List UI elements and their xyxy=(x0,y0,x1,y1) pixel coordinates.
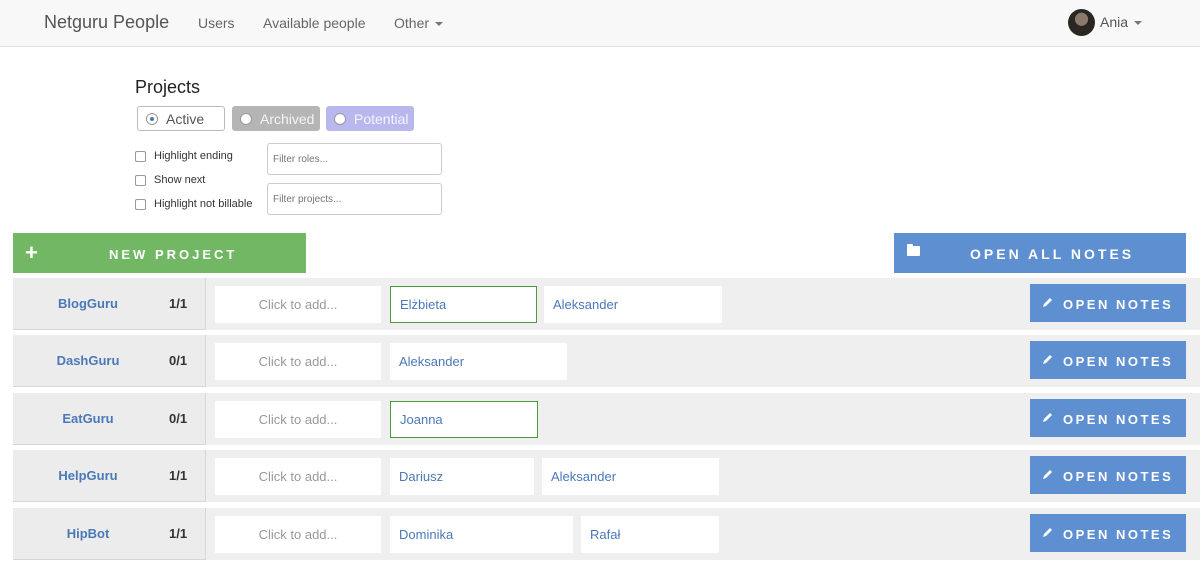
folder-icon xyxy=(907,244,920,256)
project-cell: HelpGuru 1/1 xyxy=(13,450,206,502)
open-notes-button[interactable]: OPEN NOTES xyxy=(1030,284,1186,322)
brand-link[interactable]: Netguru People xyxy=(44,12,169,33)
person-chip[interactable]: Aleksander xyxy=(390,343,567,380)
highlight-not-billable-label: Highlight not billable xyxy=(154,198,253,210)
person-chip[interactable]: Elżbieta xyxy=(390,286,537,323)
nav-dropdown-other-label: Other xyxy=(394,15,430,31)
project-cell: EatGuru 0/1 xyxy=(13,393,206,445)
project-cell: DashGuru 0/1 xyxy=(13,335,206,387)
pencil-icon xyxy=(1043,470,1052,479)
add-person-field[interactable]: Click to add... xyxy=(215,286,381,323)
open-notes-label: OPEN NOTES xyxy=(1063,297,1174,312)
radio-icon xyxy=(240,112,252,125)
radio-checked-icon xyxy=(146,112,158,125)
highlight-ending-label: Highlight ending xyxy=(154,150,233,162)
filter-potential-radio[interactable]: Potential xyxy=(326,106,414,131)
pencil-icon xyxy=(1043,355,1052,364)
filter-archived-radio[interactable]: Archived xyxy=(232,106,320,131)
add-person-field[interactable]: Click to add... xyxy=(215,343,381,380)
open-all-notes-button[interactable]: OPEN ALL NOTES xyxy=(894,233,1186,273)
filter-roles-input[interactable] xyxy=(267,143,442,175)
new-project-button[interactable]: + NEW PROJECT xyxy=(13,233,306,273)
pencil-icon xyxy=(1043,528,1052,537)
open-notes-label: OPEN NOTES xyxy=(1063,412,1174,427)
person-chip[interactable]: Aleksander xyxy=(544,286,722,323)
new-project-label: NEW PROJECT xyxy=(109,247,238,262)
project-row: BlogGuru 1/1 Click to add... Elżbieta Al… xyxy=(13,278,1200,330)
open-notes-label: OPEN NOTES xyxy=(1063,527,1174,542)
add-person-field[interactable]: Click to add... xyxy=(215,401,381,438)
open-notes-button[interactable]: OPEN NOTES xyxy=(1030,341,1186,379)
nav-link-available-people[interactable]: Available people xyxy=(263,15,366,31)
project-count: 1/1 xyxy=(169,526,188,541)
open-notes-label: OPEN NOTES xyxy=(1063,354,1174,369)
project-name-link[interactable]: BlogGuru xyxy=(13,296,163,311)
filter-active-label: Active xyxy=(166,110,205,127)
plus-icon: + xyxy=(25,240,38,265)
nav-link-users[interactable]: Users xyxy=(198,15,235,31)
add-person-field[interactable]: Click to add... xyxy=(215,516,381,553)
open-notes-label: OPEN NOTES xyxy=(1063,469,1174,484)
radio-icon xyxy=(334,112,346,125)
project-cell: HipBot 1/1 xyxy=(13,508,206,560)
person-chip[interactable]: Rafał xyxy=(581,516,719,553)
person-chip[interactable]: Dominika xyxy=(390,516,573,553)
person-chip[interactable]: Dariusz xyxy=(390,458,534,495)
add-person-field[interactable]: Click to add... xyxy=(215,458,381,495)
filter-active-radio[interactable]: Active xyxy=(137,106,225,131)
avatar[interactable] xyxy=(1068,9,1095,36)
person-chip[interactable]: Aleksander xyxy=(542,458,719,495)
filter-projects-input[interactable] xyxy=(267,183,442,215)
user-menu[interactable]: Ania xyxy=(1100,14,1143,30)
page-title: Projects xyxy=(135,77,201,97)
project-count: 1/1 xyxy=(169,468,188,483)
open-all-notes-label: OPEN ALL NOTES xyxy=(970,246,1135,262)
project-cell: BlogGuru 1/1 xyxy=(13,278,206,330)
chevron-down-icon xyxy=(1134,21,1143,26)
show-next-option[interactable]: Show next xyxy=(135,174,205,186)
show-next-label: Show next xyxy=(154,174,206,186)
open-notes-button[interactable]: OPEN NOTES xyxy=(1030,456,1186,494)
project-count: 0/1 xyxy=(169,353,188,368)
project-count: 1/1 xyxy=(169,296,188,311)
top-navbar: Netguru People Users Available people Ot… xyxy=(0,0,1200,47)
open-notes-button[interactable]: OPEN NOTES xyxy=(1030,514,1186,552)
pencil-icon xyxy=(1043,413,1052,422)
highlight-ending-option[interactable]: Highlight ending xyxy=(135,150,233,162)
highlight-not-billable-checkbox[interactable] xyxy=(135,198,146,210)
filter-archived-label: Archived xyxy=(260,110,315,127)
show-next-checkbox[interactable] xyxy=(135,174,146,186)
project-name-link[interactable]: HelpGuru xyxy=(13,468,163,483)
highlight-not-billable-option[interactable]: Highlight not billable xyxy=(135,198,252,210)
user-name: Ania xyxy=(1100,14,1129,30)
project-row: DashGuru 0/1 Click to add... Aleksander … xyxy=(13,335,1200,387)
filter-potential-label: Potential xyxy=(354,110,409,127)
project-name-link[interactable]: DashGuru xyxy=(13,353,163,368)
project-row: EatGuru 0/1 Click to add... Joanna OPEN … xyxy=(13,393,1200,445)
open-notes-button[interactable]: OPEN NOTES xyxy=(1030,399,1186,437)
person-chip[interactable]: Joanna xyxy=(390,401,538,438)
highlight-ending-checkbox[interactable] xyxy=(135,150,146,162)
project-name-link[interactable]: HipBot xyxy=(13,526,163,541)
project-row: HelpGuru 1/1 Click to add... Dariusz Ale… xyxy=(13,450,1200,502)
project-count: 0/1 xyxy=(169,411,188,426)
nav-dropdown-other[interactable]: Other xyxy=(394,15,444,31)
project-name-link[interactable]: EatGuru xyxy=(13,411,163,426)
pencil-icon xyxy=(1043,298,1052,307)
chevron-down-icon xyxy=(435,22,444,27)
project-row: HipBot 1/1 Click to add... Dominika Rafa… xyxy=(13,508,1200,560)
